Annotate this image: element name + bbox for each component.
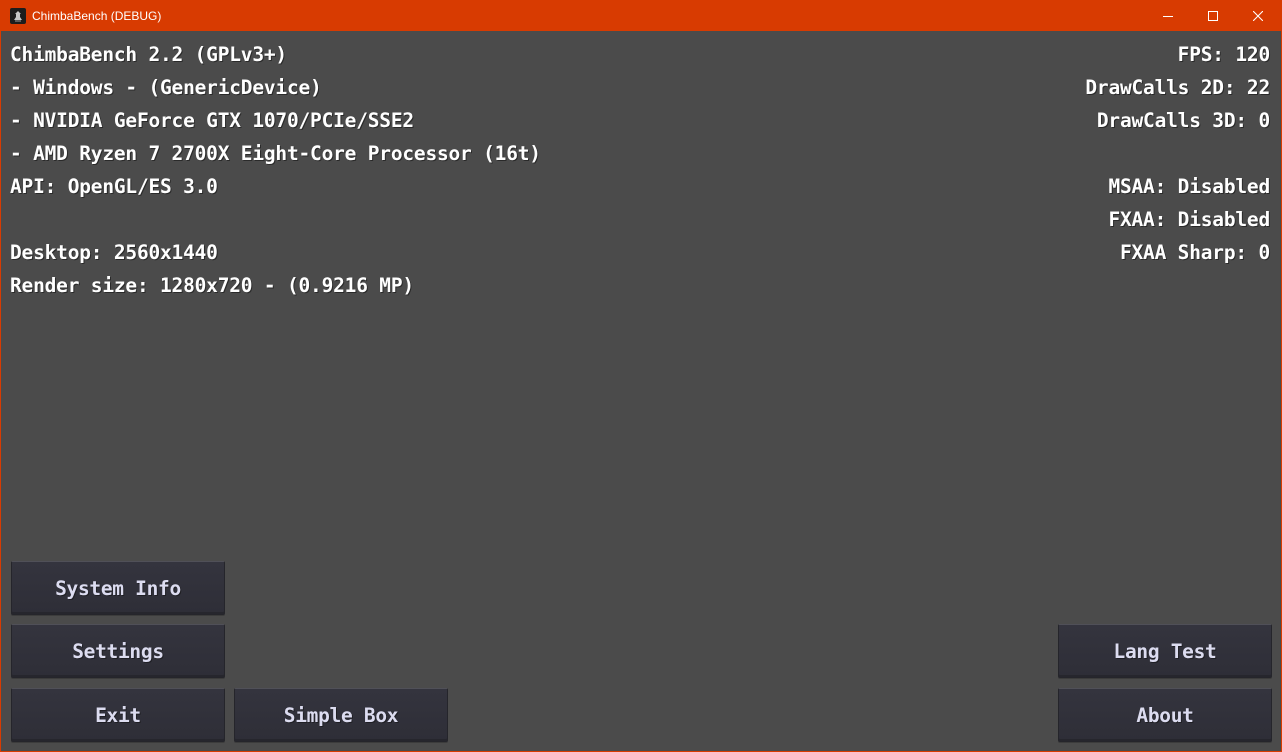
render-area: ChimbaBench 2.2 (GPLv3+) - Windows - (Ge… (1, 31, 1281, 751)
maximize-icon (1208, 11, 1218, 21)
exit-button[interactable]: Exit (11, 688, 225, 742)
desktop-resolution-text: Desktop: 2560x1440 (10, 241, 218, 264)
about-button[interactable]: About (1058, 688, 1272, 742)
fxaa-status: FXAA: Disabled (1108, 208, 1270, 231)
cpu-info-text: - AMD Ryzen 7 2700X Eight-Core Processor… (10, 142, 541, 165)
simple-box-button[interactable]: Simple Box (234, 688, 448, 742)
drawcalls-2d-counter: DrawCalls 2D: 22 (1085, 76, 1270, 99)
window-title: ChimbaBench (DEBUG) (32, 9, 162, 23)
gpu-info-text: - NVIDIA GeForce GTX 1070/PCIe/SSE2 (10, 109, 414, 132)
app-window: ChimbaBench (DEBUG) ChimbaBench 2.2 (GPL… (0, 0, 1282, 752)
render-size-text: Render size: 1280x720 - (0.9216 MP) (10, 274, 414, 297)
msaa-status: MSAA: Disabled (1108, 175, 1270, 198)
system-info-button[interactable]: System Info (11, 561, 225, 615)
minimize-button[interactable] (1145, 1, 1191, 31)
lang-test-button[interactable]: Lang Test (1058, 624, 1272, 678)
settings-button[interactable]: Settings (11, 624, 225, 678)
fxaa-sharp-status: FXAA Sharp: 0 (1119, 241, 1270, 264)
close-icon (1253, 11, 1263, 21)
close-button[interactable] (1235, 1, 1281, 31)
api-info-text: API: OpenGL/ES 3.0 (10, 175, 218, 198)
app-icon (10, 8, 26, 24)
app-version-text: ChimbaBench 2.2 (GPLv3+) (10, 43, 287, 66)
minimize-icon (1163, 16, 1173, 17)
maximize-button[interactable] (1190, 1, 1236, 31)
drawcalls-3d-counter: DrawCalls 3D: 0 (1096, 109, 1270, 132)
os-info-text: - Windows - (GenericDevice) (10, 76, 322, 99)
title-bar[interactable]: ChimbaBench (DEBUG) (1, 1, 1281, 31)
fps-counter: FPS: 120 (1177, 43, 1271, 66)
